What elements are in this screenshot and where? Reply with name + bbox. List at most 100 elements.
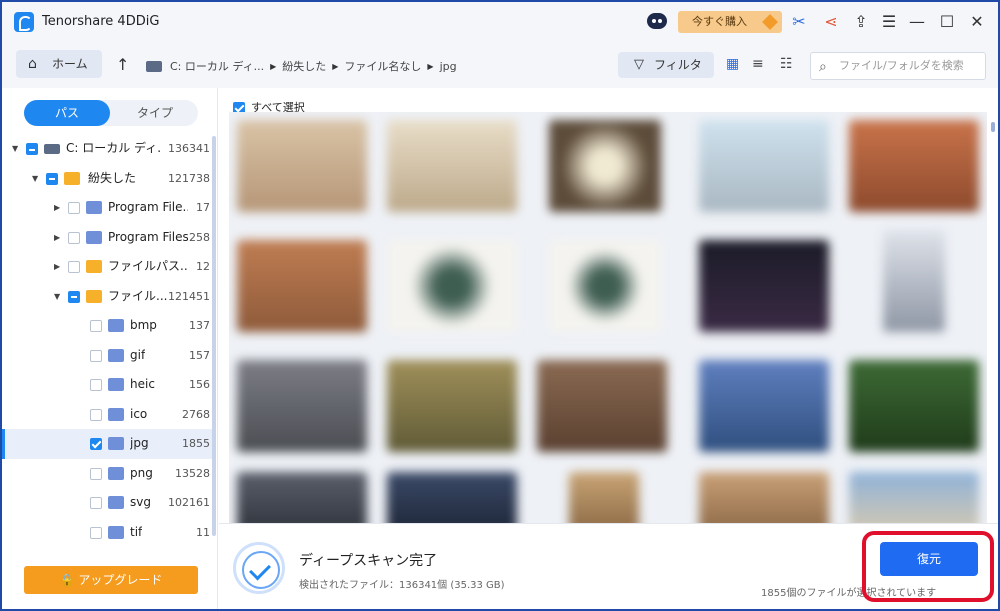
image-thumbnail[interactable] <box>699 120 829 212</box>
tree-node[interactable]: bmp 137 <box>2 311 212 341</box>
tree-node-label: bmp <box>130 318 157 332</box>
robot-icon[interactable] <box>647 13 667 29</box>
image-thumbnail[interactable] <box>237 240 367 332</box>
scan-status-subtitle: 検出されたファイル：136341個 (35.33 GB) <box>299 580 505 591</box>
breadcrumb-item[interactable]: jpg <box>440 60 457 73</box>
image-thumbnail[interactable] <box>387 120 517 212</box>
folder-icon <box>108 496 124 509</box>
tree-checkbox[interactable] <box>68 290 80 303</box>
tab-type[interactable]: タイプ <box>112 100 198 126</box>
drive-icon <box>146 60 162 72</box>
image-thumbnail[interactable] <box>237 472 367 523</box>
app-logo-icon <box>14 12 34 32</box>
share-icon[interactable]: ⋖ <box>820 11 842 33</box>
expand-arrow-icon[interactable]: ▶ <box>54 252 60 282</box>
buy-now-button[interactable]: 今すぐ購入 <box>678 11 782 33</box>
tree-node[interactable]: heic 156 <box>2 370 212 400</box>
image-thumbnail[interactable] <box>699 240 829 332</box>
list-view-icon[interactable]: ≡ <box>752 56 764 72</box>
upgrade-button[interactable]: 🔒 アップグレード <box>24 566 198 594</box>
expand-arrow-icon[interactable]: ▼ <box>32 164 38 194</box>
tree-checkbox[interactable] <box>68 231 80 244</box>
tree-checkbox[interactable] <box>26 143 38 155</box>
tree-checkbox[interactable] <box>68 202 80 214</box>
expand-arrow-icon[interactable]: ▶ <box>54 223 60 253</box>
tree-node-count: 258 <box>189 230 210 244</box>
tree-node[interactable]: png 13528 <box>2 459 212 489</box>
image-thumbnail[interactable] <box>549 240 661 332</box>
tree-node-label: 紛失した <box>88 170 137 185</box>
search-placeholder: ファイル/フォルダを検索 <box>839 59 964 72</box>
tree-node[interactable]: svg 102161 <box>2 488 212 518</box>
status-footer: ディープスキャン完了 検出されたファイル：136341個 (35.33 GB) … <box>219 523 998 609</box>
tree-node-lost[interactable]: ▼ 紛失した 121738 <box>2 164 212 194</box>
filter-button[interactable]: ▽ フィルタ <box>618 52 714 78</box>
tree-node-label: ファイルパス... <box>108 259 188 273</box>
home-button[interactable]: ⌂ ホーム <box>16 50 102 78</box>
image-thumbnail[interactable] <box>849 472 979 523</box>
image-thumbnail[interactable] <box>849 360 979 452</box>
breadcrumb-item[interactable]: ファイル名なし <box>344 58 421 74</box>
expand-arrow-icon[interactable]: ▶ <box>54 193 60 223</box>
tree-checkbox[interactable] <box>90 467 102 480</box>
image-thumbnail[interactable] <box>849 120 979 212</box>
image-thumbnail[interactable] <box>569 472 639 523</box>
search-input[interactable]: ⌕ ファイル/フォルダを検索 <box>810 52 986 80</box>
scan-complete-icon <box>233 542 285 594</box>
upload-icon[interactable]: ⇪ <box>850 11 872 33</box>
close-icon[interactable]: ✕ <box>966 11 988 33</box>
tree-checkbox[interactable] <box>90 408 102 421</box>
tree-node-count: 121451 <box>168 289 210 303</box>
tree-node[interactable]: tif 11 <box>2 518 212 545</box>
tree-checkbox[interactable] <box>90 320 102 332</box>
tree-node-drive[interactable]: ▼ C: ローカル ディ... 136341 <box>2 134 212 164</box>
tab-path[interactable]: パス <box>24 100 110 126</box>
tree-checkbox[interactable] <box>46 172 58 185</box>
tree-checkbox[interactable] <box>90 526 102 539</box>
detail-view-icon[interactable]: ☷ <box>780 56 793 72</box>
main-scrollbar[interactable] <box>991 122 995 132</box>
image-thumbnail[interactable] <box>237 360 367 452</box>
image-thumbnail[interactable] <box>537 360 667 452</box>
breadcrumb-separator-icon: ▶ <box>332 61 339 71</box>
grid-view-icon[interactable]: ▦ <box>726 56 739 72</box>
tree-checkbox[interactable] <box>90 497 102 509</box>
image-thumbnail[interactable] <box>387 472 517 523</box>
maximize-icon[interactable]: ☐ <box>936 11 958 33</box>
image-thumbnail[interactable] <box>699 360 829 452</box>
tree-node-label: svg <box>130 495 151 509</box>
image-thumbnail[interactable] <box>237 120 367 212</box>
image-thumbnail[interactable] <box>387 360 517 452</box>
tree-checkbox[interactable] <box>68 261 80 273</box>
expand-arrow-icon[interactable]: ▼ <box>54 282 60 312</box>
tree-node[interactable]: ▶ Program File... 17 <box>2 193 212 223</box>
tree-checkbox[interactable] <box>90 379 102 391</box>
ticket-icon[interactable]: ✂ <box>788 11 810 33</box>
app-title: Tenorshare 4DDiG <box>42 14 160 29</box>
tree-node-label: tif <box>130 524 143 539</box>
tree-node-count: 17 <box>196 201 210 214</box>
up-arrow-icon[interactable]: ↑ <box>116 55 129 74</box>
image-thumbnail[interactable] <box>883 230 945 332</box>
expand-arrow-icon[interactable]: ▼ <box>12 134 18 164</box>
image-thumbnail[interactable] <box>549 120 661 212</box>
tree-checkbox[interactable] <box>90 438 102 450</box>
image-thumbnail[interactable] <box>387 240 517 332</box>
tree-node[interactable]: ▶ Program Files 258 <box>2 223 212 253</box>
minimize-icon[interactable]: — <box>906 11 928 33</box>
menu-icon[interactable]: ☰ <box>878 11 900 33</box>
tree-checkbox[interactable] <box>90 349 102 362</box>
tree-node[interactable]: gif 157 <box>2 341 212 371</box>
tree-node[interactable]: ▶ ファイルパス... 12 <box>2 252 212 282</box>
navigation-bar: ⌂ ホーム ↑ C: ローカル ディ... ▶ 紛失した ▶ ファイル名なし ▶… <box>2 42 998 88</box>
breadcrumb-item[interactable]: C: ローカル ディ... <box>170 58 264 74</box>
drive-icon <box>44 144 60 154</box>
tree-node[interactable]: ▼ ファイル... 121451 <box>2 282 212 312</box>
sidebar-scrollbar[interactable] <box>212 136 216 536</box>
tree-node-count: 121738 <box>168 171 210 185</box>
tree-node-selected[interactable]: jpg 1855 <box>2 429 212 459</box>
sidebar: パス タイプ ▼ C: ローカル ディ... 136341 ▼ 紛失した 121… <box>2 88 218 609</box>
tree-node[interactable]: ico 2768 <box>2 400 212 430</box>
image-thumbnail[interactable] <box>699 472 829 523</box>
breadcrumb-item[interactable]: 紛失した <box>282 58 326 74</box>
